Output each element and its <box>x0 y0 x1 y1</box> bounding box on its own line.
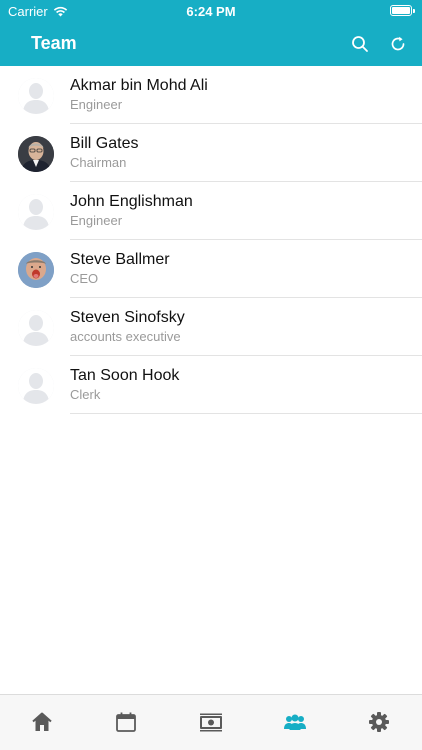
settings-icon <box>369 712 389 732</box>
member-role: Engineer <box>70 213 123 228</box>
status-time: 6:24 PM <box>186 4 236 19</box>
team-icon <box>284 714 306 730</box>
refresh-button[interactable] <box>386 32 410 56</box>
avatar-photo <box>18 252 54 288</box>
nav-bar: Team <box>0 22 422 66</box>
person-placeholder-icon <box>18 368 54 404</box>
member-name: Bill Gates <box>70 135 139 152</box>
home-icon <box>32 712 52 731</box>
person-placeholder-icon <box>18 78 54 114</box>
avatar-placeholder <box>18 194 54 230</box>
team-member-row[interactable]: John Englishman Engineer <box>0 182 422 240</box>
person-placeholder-icon <box>18 310 54 346</box>
person-photo-image <box>18 136 54 172</box>
row-divider <box>70 413 422 414</box>
status-bar: Carrier 6:24 PM <box>0 0 422 22</box>
search-button[interactable] <box>348 32 372 56</box>
team-member-row[interactable]: Akmar bin Mohd Ali Engineer <box>0 66 422 124</box>
member-role: Chairman <box>70 155 127 170</box>
member-name: John Englishman <box>70 193 193 210</box>
member-role: Engineer <box>70 97 123 112</box>
page-title: Team <box>31 33 77 53</box>
tab-home[interactable] <box>30 710 54 734</box>
person-photo-image <box>18 252 54 288</box>
team-member-row[interactable]: Steven Sinofsky accounts executive <box>0 298 422 356</box>
money-icon <box>200 713 222 732</box>
battery-icon <box>390 5 415 16</box>
search-icon <box>352 36 368 52</box>
avatar-placeholder <box>18 310 54 346</box>
person-placeholder-icon <box>18 194 54 230</box>
member-name: Tan Soon Hook <box>70 367 180 384</box>
team-member-row[interactable]: Bill Gates Chairman <box>0 124 422 182</box>
team-list: Akmar bin Mohd Ali Engineer Bill Gates C… <box>0 66 422 414</box>
tab-bar <box>0 694 422 750</box>
tab-money[interactable] <box>199 710 223 734</box>
tab-team[interactable] <box>283 710 307 734</box>
avatar-photo <box>18 136 54 172</box>
refresh-icon <box>391 36 405 51</box>
avatar-placeholder <box>18 78 54 114</box>
member-name: Akmar bin Mohd Ali <box>70 77 208 94</box>
tab-settings[interactable] <box>367 710 391 734</box>
member-role: CEO <box>70 271 99 286</box>
tab-calendar[interactable] <box>114 710 138 734</box>
member-name: Steven Sinofsky <box>70 309 185 326</box>
team-member-row[interactable]: Tan Soon Hook Clerk <box>0 356 422 414</box>
calendar-icon <box>116 712 136 732</box>
member-role: accounts executive <box>70 329 181 344</box>
member-role: Clerk <box>70 387 101 402</box>
member-name: Steve Ballmer <box>70 251 170 268</box>
avatar-placeholder <box>18 368 54 404</box>
team-member-row[interactable]: Steve Ballmer CEO <box>0 240 422 298</box>
